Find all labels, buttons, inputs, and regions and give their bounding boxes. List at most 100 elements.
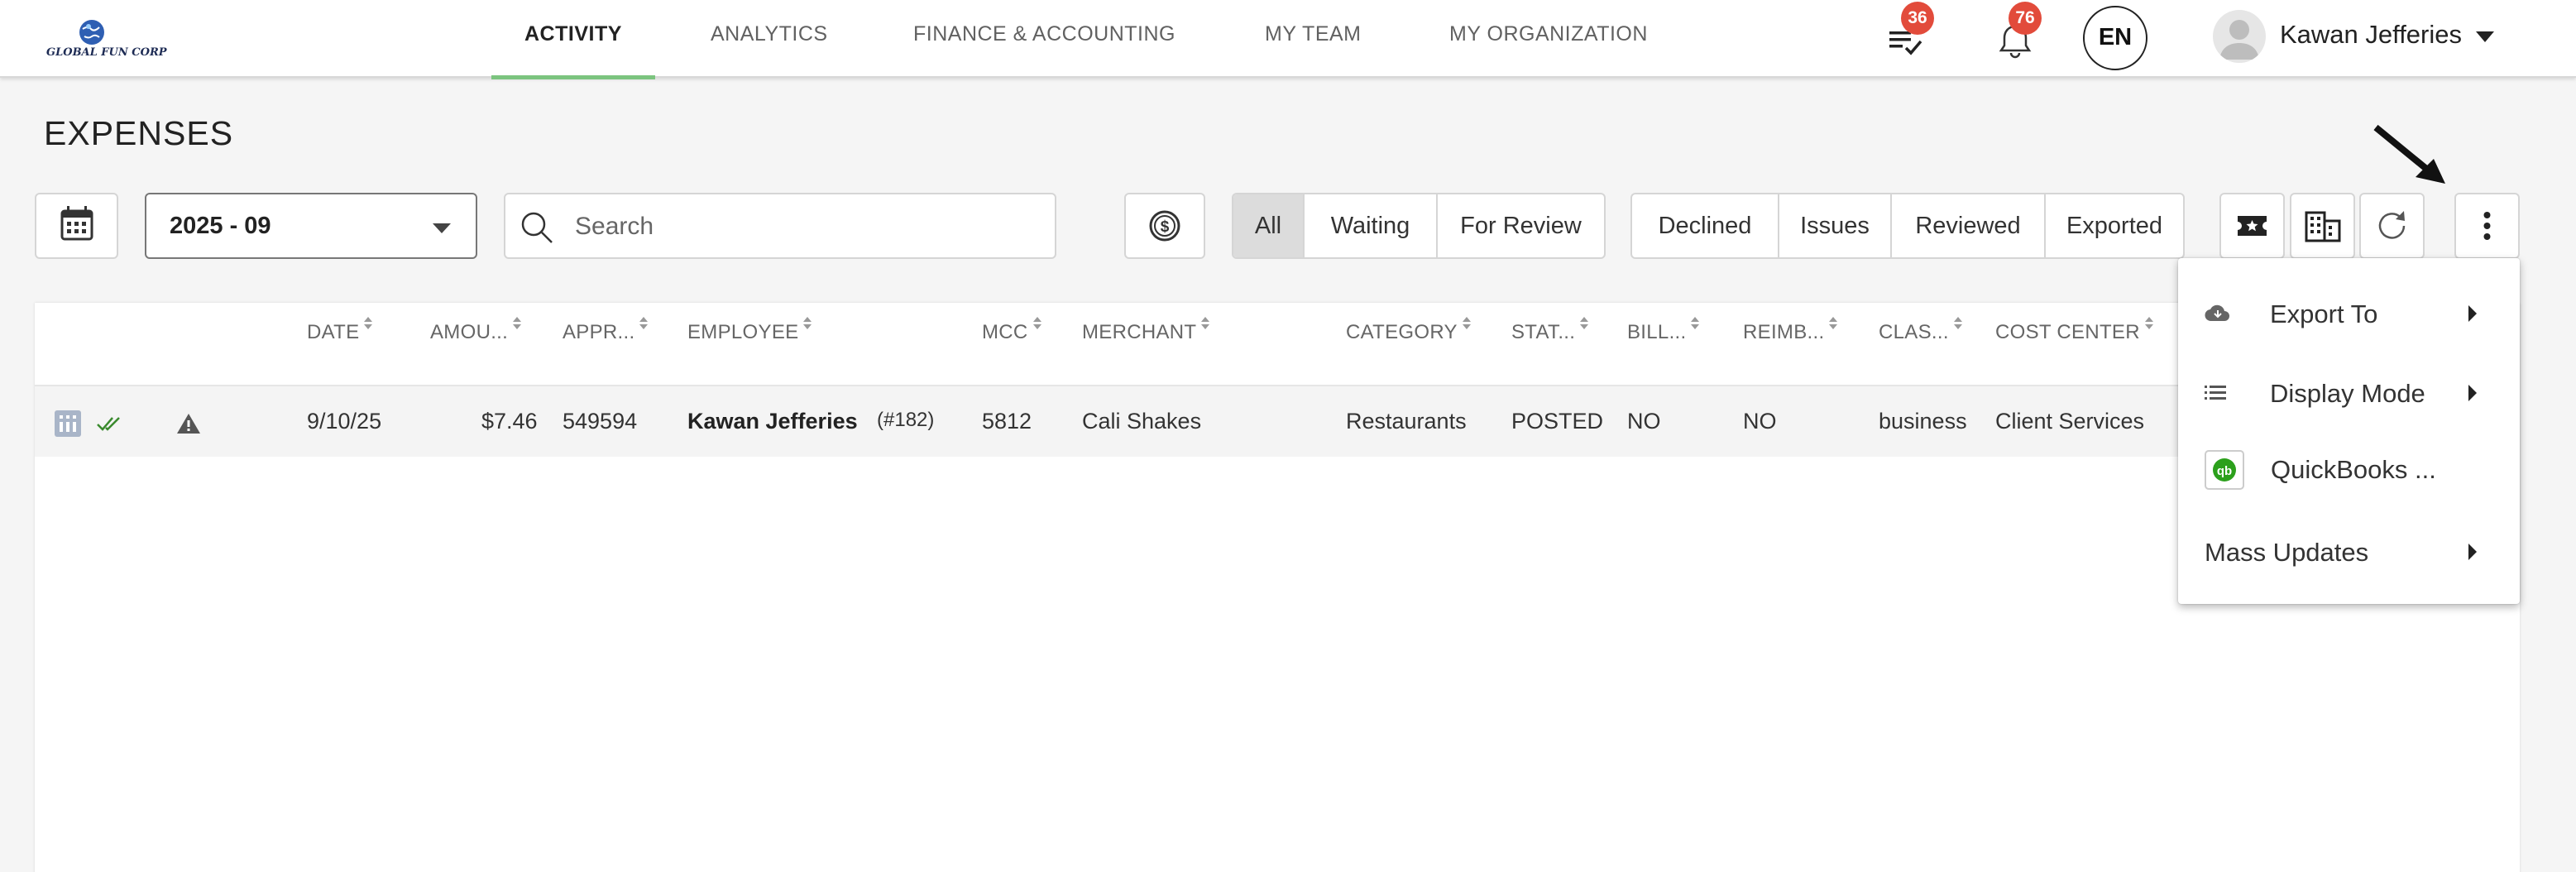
double-check-icon: [97, 417, 120, 431]
menu-item-label: Display Mode: [2270, 379, 2425, 408]
tasks-count-badge: 36: [1901, 2, 1934, 35]
globe-icon: [79, 20, 104, 45]
cell-reimbursable: NO: [1743, 409, 1777, 434]
cell-status: POSTED: [1511, 409, 1604, 434]
organization-button[interactable]: [2290, 193, 2355, 259]
column-header-label: EMPLOYEE: [687, 321, 799, 343]
user-name[interactable]: Kawan Jefferies: [2280, 20, 2462, 50]
sort-icon: [639, 317, 649, 332]
chevron-right-icon: [2468, 385, 2477, 401]
column-header-label: REIMB...: [1743, 321, 1825, 343]
column-header-amount[interactable]: AMOU...: [430, 317, 522, 344]
warning-icon[interactable]: [175, 412, 202, 435]
calendar-button[interactable]: [35, 193, 118, 259]
more-options-button[interactable]: [2454, 193, 2520, 259]
filter-for-review[interactable]: For Review: [1438, 194, 1604, 257]
filter-exported[interactable]: Exported: [2046, 194, 2183, 257]
svg-text:qb: qb: [2217, 464, 2232, 478]
cell-employee-name[interactable]: Kawan Jefferies: [687, 409, 858, 434]
column-header-label: COST CENTER: [1995, 321, 2140, 343]
column-header-cost-center[interactable]: COST CENTER: [1995, 317, 2153, 344]
notifications-count-badge: 76: [2009, 2, 2042, 35]
sort-icon: [1032, 317, 1041, 332]
refresh-icon: [2378, 211, 2406, 239]
tab-analytics[interactable]: ANALYTICS: [711, 0, 828, 78]
filter-reviewed[interactable]: Reviewed: [1892, 194, 2046, 257]
cell-billable: NO: [1627, 409, 1661, 434]
tab-my-team[interactable]: MY TEAM: [1265, 0, 1362, 78]
cell-amount: $7.46: [481, 409, 538, 434]
period-value: 2025 - 09: [170, 213, 271, 239]
column-header-label: CLAS...: [1879, 321, 1949, 343]
menu-item-label: QuickBooks ...: [2271, 455, 2436, 484]
column-header-billable[interactable]: BILL...: [1627, 317, 1700, 344]
quickbooks-icon: qb: [2205, 450, 2244, 490]
dollar-coin-icon: $: [1149, 210, 1180, 242]
search-field[interactable]: [504, 193, 1056, 259]
avatar[interactable]: [2213, 10, 2266, 63]
top-nav-bar: GLOBAL FUN CORP ACTIVITY ANALYTICS FINAN…: [0, 0, 2576, 79]
menu-item-mass-updates[interactable]: Mass Updates: [2178, 515, 2520, 589]
tab-finance-accounting[interactable]: FINANCE & ACCOUNTING: [913, 0, 1175, 78]
kebab-menu-icon: [2483, 212, 2491, 240]
menu-item-export-to[interactable]: Export To: [2178, 276, 2520, 351]
menu-item-quickbooks[interactable]: qb QuickBooks ...: [2178, 432, 2520, 506]
period-select[interactable]: 2025 - 09: [145, 193, 477, 259]
menu-item-display-mode[interactable]: Display Mode: [2178, 356, 2520, 430]
cell-date: 9/10/25: [307, 409, 382, 434]
cell-class: business: [1879, 409, 1967, 434]
chevron-down-icon: [433, 223, 451, 233]
column-header-merchant[interactable]: MERCHANT: [1082, 317, 1210, 344]
search-icon: [521, 212, 553, 243]
language-button[interactable]: EN: [2083, 6, 2147, 70]
column-header-label: BILL...: [1627, 321, 1687, 343]
currency-button[interactable]: $: [1124, 193, 1205, 259]
column-header-status[interactable]: STAT...: [1511, 317, 1589, 344]
column-header-mcc[interactable]: MCC: [982, 317, 1041, 344]
company-logo[interactable]: GLOBAL FUN CORP: [46, 18, 167, 61]
sort-icon: [1829, 317, 1838, 332]
sort-icon: [1691, 317, 1700, 332]
column-header-approval[interactable]: APPR...: [563, 317, 649, 344]
cell-cost-center: Client Services: [1995, 409, 2145, 434]
ticket-icon: [2238, 216, 2267, 236]
sort-icon: [2144, 317, 2153, 332]
list-icon: [2205, 386, 2226, 400]
sort-icon: [1462, 317, 1471, 332]
page-title: EXPENSES: [44, 114, 234, 152]
column-header-reimbursable[interactable]: REIMB...: [1743, 317, 1838, 344]
more-options-menu: Export To Display Mode qb QuickBooks ...…: [2178, 258, 2520, 604]
column-header-date[interactable]: DATE: [307, 317, 373, 344]
filter-all[interactable]: All: [1233, 194, 1305, 257]
status-filter-group: All Waiting For Review: [1232, 193, 1606, 259]
table-row[interactable]: [35, 386, 2520, 457]
tasks-button[interactable]: 36: [1884, 2, 1934, 63]
result-filter-group: Declined Issues Reviewed Exported: [1630, 193, 2185, 259]
receipt-thumbnail-icon[interactable]: [55, 410, 81, 437]
cell-approval: 549594: [563, 409, 638, 434]
sort-icon: [1953, 317, 1962, 332]
column-header-employee[interactable]: EMPLOYEE: [687, 317, 812, 344]
filter-issues[interactable]: Issues: [1779, 194, 1892, 257]
refresh-button[interactable]: [2359, 193, 2425, 259]
tab-activity[interactable]: ACTIVITY: [491, 0, 655, 79]
filter-waiting[interactable]: Waiting: [1305, 194, 1438, 257]
user-menu-caret-icon[interactable]: [2476, 31, 2494, 42]
calendar-icon: [60, 206, 93, 241]
search-input[interactable]: [575, 206, 1038, 247]
cell-category: Restaurants: [1346, 409, 1467, 434]
chevron-right-icon: [2468, 305, 2477, 322]
tab-my-organization[interactable]: MY ORGANIZATION: [1449, 0, 1648, 78]
filter-declined[interactable]: Declined: [1632, 194, 1779, 257]
svg-text:$: $: [1161, 218, 1170, 236]
column-header-category[interactable]: CATEGORY: [1346, 317, 1471, 344]
receipt-ticket-button[interactable]: [2219, 193, 2285, 259]
menu-item-label: Export To: [2270, 299, 2378, 328]
column-header-label: AMOU...: [430, 321, 509, 343]
sort-icon: [364, 317, 373, 332]
chevron-right-icon: [2468, 544, 2477, 560]
notifications-button[interactable]: 76: [1992, 2, 2042, 63]
cell-employee-id: (#182): [877, 409, 935, 431]
column-header-class[interactable]: CLAS...: [1879, 317, 1962, 344]
column-header-label: MERCHANT: [1082, 321, 1197, 343]
